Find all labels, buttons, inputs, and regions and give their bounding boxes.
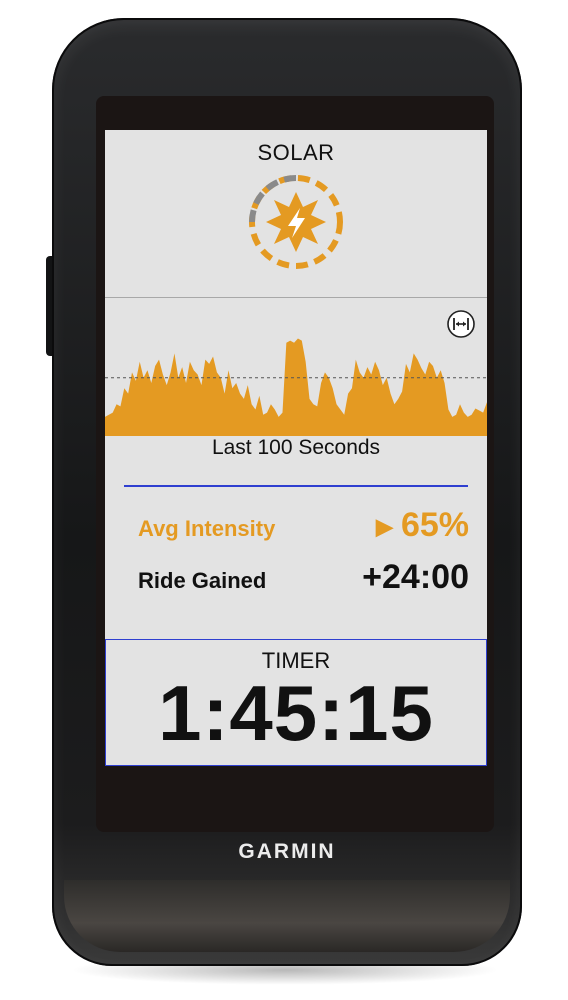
avg-intensity-number: 65% <box>400 506 469 544</box>
timer-value: 1:45:15 <box>158 669 434 757</box>
intensity-area <box>105 338 487 436</box>
chart-label: Last 100 Seconds <box>211 436 381 459</box>
device-bottom-trim <box>64 880 510 952</box>
sun-icon <box>249 175 343 269</box>
ride-gained-label: Ride Gained <box>138 568 267 593</box>
page-title: SOLAR <box>257 140 335 165</box>
intensity-chart <box>105 338 487 436</box>
ride-gained-value: +24:00 <box>362 558 469 596</box>
avg-intensity-value: ▶ 65% <box>376 506 469 545</box>
section-divider <box>105 297 487 298</box>
brand-logo: GARMIN <box>238 840 336 863</box>
timer-field[interactable]: TIMER 1:45:15 <box>105 639 487 766</box>
play-indicator-icon: ▶ <box>376 514 393 540</box>
section-divider-blue <box>124 485 468 487</box>
avg-intensity-label: Avg Intensity <box>138 516 276 541</box>
device-screen: SOLAR Last 100 Seconds Avg Intensity ▶ 65… <box>105 130 487 766</box>
